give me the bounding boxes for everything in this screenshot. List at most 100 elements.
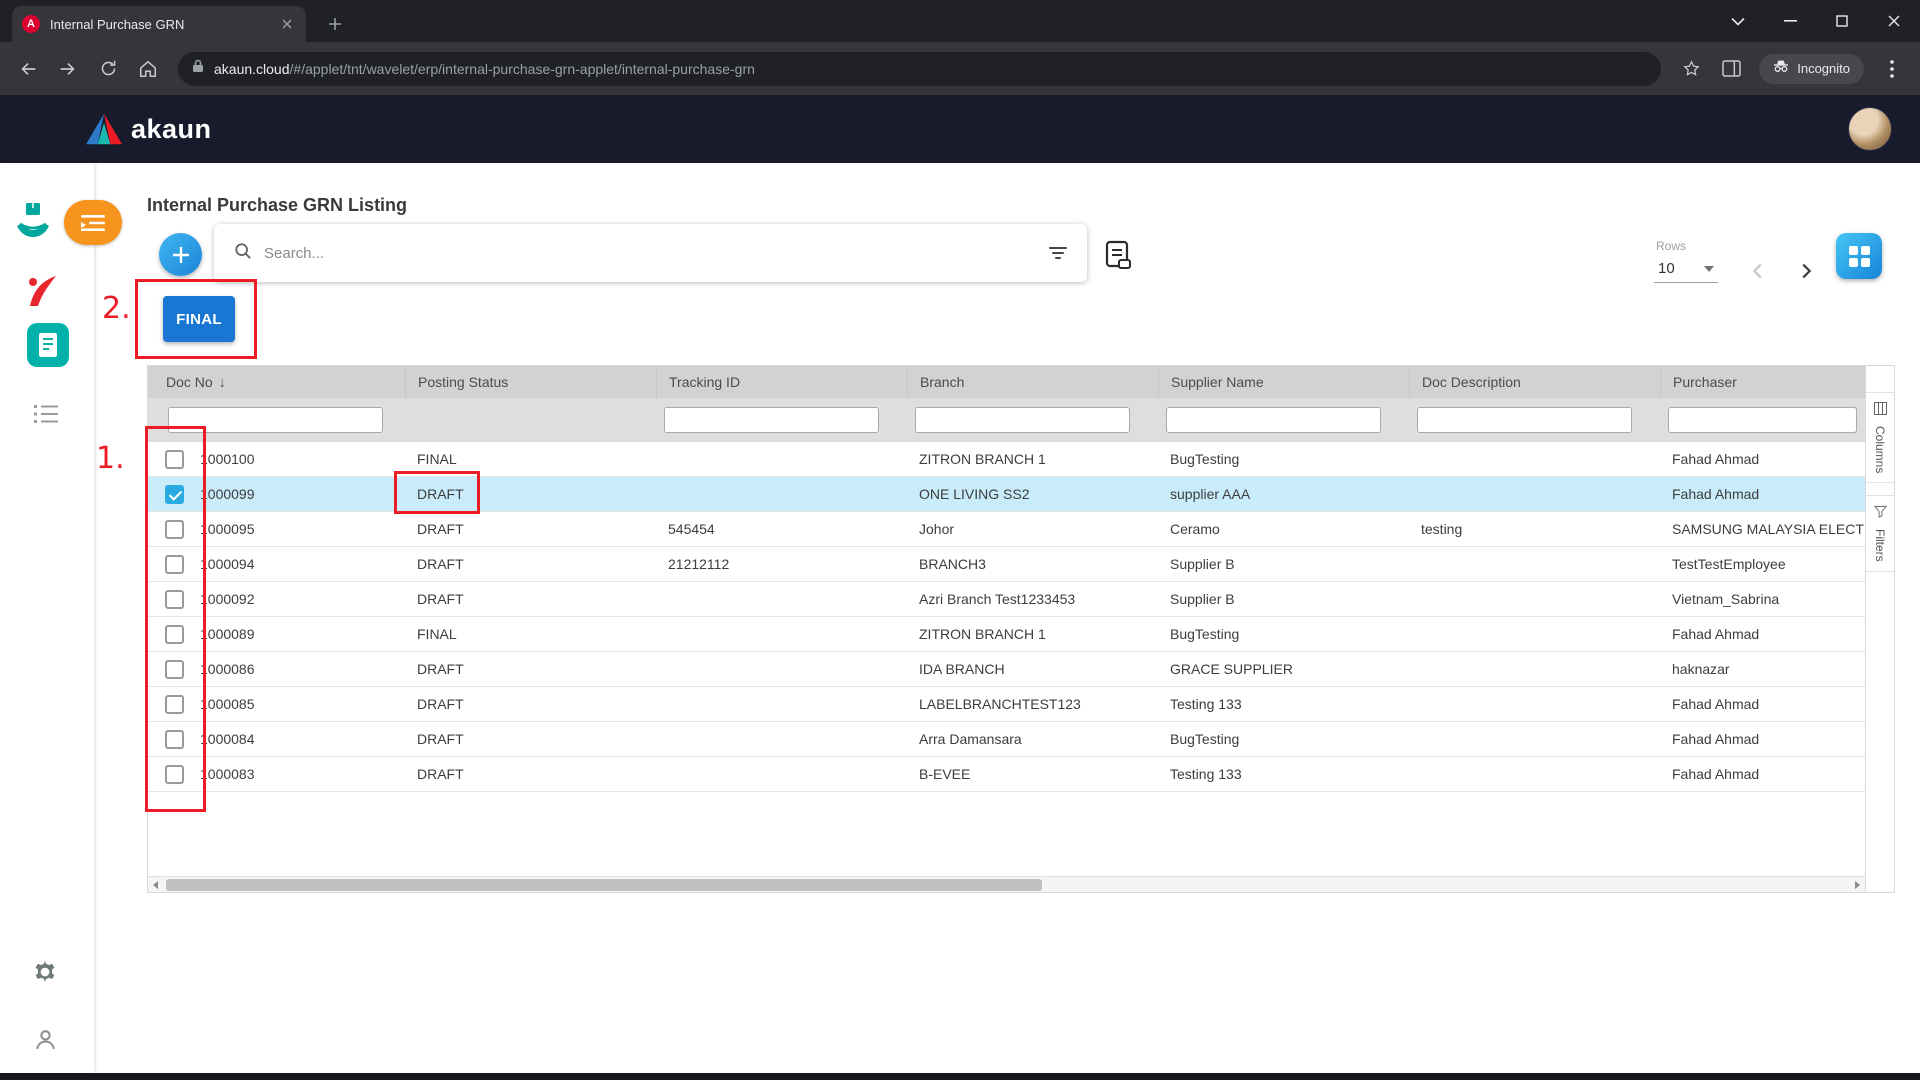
maximize-button[interactable] [1816, 0, 1868, 42]
column-header-supplier-name[interactable]: Supplier Name [1158, 366, 1409, 398]
table-row[interactable]: 1000085DRAFTLABELBRANCHTEST123Testing 13… [148, 687, 1865, 722]
filter-list-icon[interactable] [1049, 247, 1067, 259]
scroll-left-arrow-icon[interactable] [148, 877, 164, 893]
horizontal-scrollbar[interactable] [148, 876, 1865, 892]
row-checkbox[interactable] [165, 555, 184, 574]
filter-input-tracking-id[interactable] [664, 407, 879, 433]
list-menu-icon[interactable] [34, 404, 58, 429]
column-header-tracking-id[interactable]: Tracking ID [656, 366, 907, 398]
filter-input-doc-no[interactable] [168, 407, 383, 433]
close-window-button[interactable] [1868, 0, 1920, 42]
cell-purchaser: Fahad Ahmad [1660, 687, 1865, 721]
table-row[interactable]: 1000095DRAFT545454JohorCeramotestingSAMS… [148, 512, 1865, 547]
row-checkbox[interactable] [165, 730, 184, 749]
cell-doc-description [1409, 757, 1660, 791]
tab-favicon-icon: A [22, 15, 40, 33]
filter-input-branch[interactable] [915, 407, 1130, 433]
cell-branch: IDA BRANCH [907, 652, 1158, 686]
page-title: Internal Purchase GRN Listing [147, 195, 407, 216]
cell-doc-no: 1000089 [188, 617, 405, 651]
table-row[interactable]: 1000099DRAFTONE LIVING SS2supplier AAAFa… [148, 477, 1865, 512]
row-checkbox-cell [148, 757, 188, 791]
filter-input-doc-description[interactable] [1417, 407, 1632, 433]
column-header-doc-no[interactable]: Doc No ↓ [148, 366, 405, 398]
cell-supplier-name: supplier AAA [1158, 477, 1409, 511]
table-row[interactable]: 1000100FINALZITRON BRANCH 1BugTestingFah… [148, 442, 1865, 477]
filter-input-supplier-name[interactable] [1166, 407, 1381, 433]
column-header-branch[interactable]: Branch [907, 366, 1158, 398]
table-body: 1000100FINALZITRON BRANCH 1BugTestingFah… [148, 442, 1865, 792]
filter-cell-branch [907, 407, 1158, 433]
tab-search-chevron-icon[interactable] [1712, 0, 1764, 42]
bookmark-star-icon[interactable] [1673, 51, 1709, 87]
previous-page-button[interactable] [1744, 257, 1772, 285]
column-header-purchaser[interactable]: Purchaser [1660, 366, 1865, 398]
scrollbar-thumb[interactable] [166, 879, 1042, 891]
reload-button[interactable] [90, 51, 126, 87]
cell-purchaser: haknazar [1660, 652, 1865, 686]
user-avatar[interactable] [1848, 107, 1892, 151]
row-checkbox-cell [148, 687, 188, 721]
row-checkbox-cell [148, 547, 188, 581]
table-row[interactable]: 1000089FINALZITRON BRANCH 1BugTestingFah… [148, 617, 1865, 652]
filter-cell-supplier-name [1158, 407, 1409, 433]
forward-button[interactable] [50, 51, 86, 87]
grid-view-button[interactable] [1836, 233, 1882, 279]
next-page-button[interactable] [1792, 257, 1820, 285]
row-checkbox[interactable] [165, 660, 184, 679]
settings-gear-icon[interactable] [32, 959, 58, 990]
table-row[interactable]: 1000094DRAFT21212112BRANCH3Supplier BTes… [148, 547, 1865, 582]
columns-panel-tab[interactable]: Columns [1866, 392, 1894, 483]
filter-input-purchaser[interactable] [1668, 407, 1857, 433]
cell-doc-description [1409, 477, 1660, 511]
table-side-panel: Columns Filters [1865, 366, 1894, 892]
search-input[interactable]: Search... [264, 245, 1037, 262]
rows-per-page-select[interactable]: 10 [1654, 255, 1718, 283]
search-bar[interactable]: Search... [214, 224, 1087, 282]
row-checkbox[interactable] [165, 590, 184, 609]
browser-menu-kebab-icon[interactable] [1874, 51, 1910, 87]
red-app-icon[interactable] [24, 272, 60, 315]
profile-person-icon[interactable] [33, 1027, 58, 1057]
row-checkbox[interactable] [165, 485, 184, 504]
table-row[interactable]: 1000084DRAFTArra DamansaraBugTestingFaha… [148, 722, 1865, 757]
menu-expand-pill[interactable] [64, 200, 122, 245]
table-empty-area [148, 792, 1865, 876]
row-checkbox[interactable] [165, 695, 184, 714]
cell-doc-description [1409, 652, 1660, 686]
column-header-doc-description[interactable]: Doc Description [1409, 366, 1660, 398]
akaun-logo[interactable]: akaun [86, 95, 212, 163]
back-button[interactable] [10, 51, 46, 87]
address-bar[interactable]: akaun.cloud/#/applet/tnt/wavelet/erp/int… [178, 52, 1661, 86]
applet-hand-box-icon[interactable] [12, 200, 54, 249]
app-sidebar [0, 163, 94, 1073]
home-button[interactable] [130, 51, 166, 87]
cell-doc-description [1409, 582, 1660, 616]
listing-report-icon[interactable] [1104, 240, 1132, 275]
table-row[interactable]: 1000086DRAFTIDA BRANCHGRACE SUPPLIERhakn… [148, 652, 1865, 687]
grid-icon [1849, 246, 1870, 267]
sort-desc-icon[interactable]: ↓ [219, 374, 226, 390]
row-checkbox[interactable] [165, 450, 184, 469]
document-app-icon[interactable] [27, 323, 69, 367]
side-panel-icon[interactable] [1713, 51, 1749, 87]
row-checkbox[interactable] [165, 625, 184, 644]
column-label-doc-no: Doc No [166, 374, 213, 390]
minimize-button[interactable] [1764, 0, 1816, 42]
scrollbar-track[interactable] [164, 877, 1849, 893]
row-checkbox-cell [148, 617, 188, 651]
tab-close-icon[interactable] [278, 15, 296, 33]
column-header-posting-status[interactable]: Posting Status [405, 366, 656, 398]
row-checkbox[interactable] [165, 765, 184, 784]
browser-tab[interactable]: A Internal Purchase GRN [12, 6, 306, 42]
cell-posting-status: DRAFT [405, 722, 656, 756]
window-controls [1712, 0, 1920, 42]
final-button[interactable]: FINAL [163, 296, 235, 342]
table-row[interactable]: 1000083DRAFTB-EVEETesting 133Fahad Ahmad [148, 757, 1865, 792]
scroll-right-arrow-icon[interactable] [1849, 877, 1865, 893]
table-row[interactable]: 1000092DRAFTAzri Branch Test1233453Suppl… [148, 582, 1865, 617]
create-new-button[interactable] [159, 233, 202, 276]
row-checkbox[interactable] [165, 520, 184, 539]
filters-panel-tab[interactable]: Filters [1866, 495, 1894, 572]
new-tab-button[interactable] [320, 9, 350, 39]
